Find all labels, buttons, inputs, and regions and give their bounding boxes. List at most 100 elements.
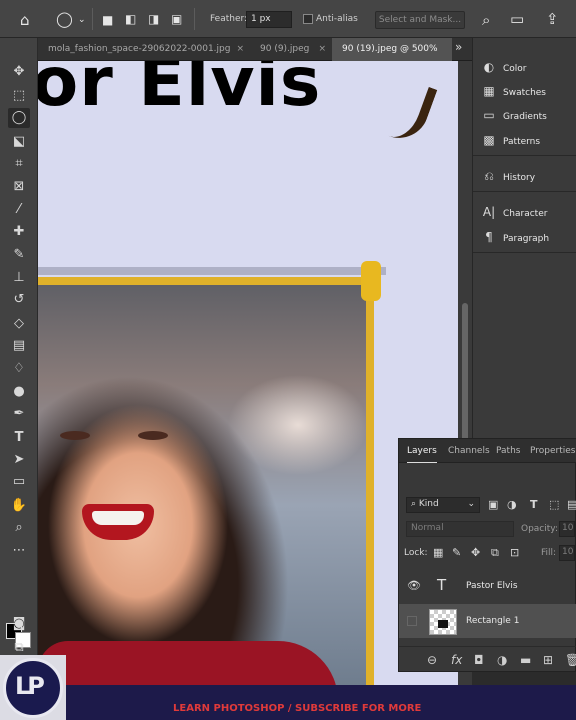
panel-character[interactable]: A| Character — [481, 203, 548, 221]
panel-history[interactable]: ⎌ History — [481, 167, 535, 185]
chevron-down-icon[interactable]: ⌄ — [78, 12, 86, 28]
object-select-icon[interactable]: ⬕ — [8, 132, 30, 152]
tab-properties[interactable]: Properties — [530, 439, 575, 463]
search-icon: ⌕ — [411, 499, 419, 509]
lock-transparent-icon[interactable]: ▦ — [433, 546, 443, 559]
close-icon[interactable]: × — [236, 38, 244, 60]
feather-label: Feather: — [210, 14, 248, 24]
add-mask-icon[interactable]: ◘ — [474, 653, 484, 667]
close-icon[interactable]: × — [318, 38, 326, 60]
adjustment-layer-icon[interactable]: ◑ — [497, 653, 507, 667]
home-icon[interactable]: ⌂ — [20, 12, 30, 28]
new-selection-icon[interactable]: ■ — [102, 12, 113, 28]
banner-text: LEARN PHOTOSHOP / SUBSCRIBE FOR MORE — [173, 703, 422, 714]
layers-panel-tabs: Layers Channels Paths Properties — [399, 439, 576, 463]
layer-row-rectangle-1[interactable]: Rectangle 1 — [399, 604, 576, 638]
tab-layers[interactable]: Layers — [407, 439, 437, 463]
divider — [194, 8, 195, 30]
blend-mode-select[interactable]: Normal — [406, 521, 514, 537]
panel-label: Gradients — [503, 112, 547, 122]
lock-all-icon[interactable]: ⊡ — [510, 546, 519, 559]
brush-tool-icon[interactable]: ✎ — [8, 245, 30, 265]
zoom-tool-icon[interactable]: ⌕ — [8, 518, 30, 538]
tab-paths[interactable]: Paths — [496, 439, 520, 463]
options-bar: ⌂ ◯ ⌄ ■ ◧ ◨ ▣ Feather: 1 px Anti-alias S… — [0, 0, 576, 38]
type-filter-icon[interactable]: T — [530, 498, 538, 511]
visibility-toggle-empty[interactable] — [407, 616, 417, 626]
hand-tool-icon[interactable]: ✋ — [8, 496, 30, 516]
blur-tool-icon[interactable]: ♢ — [8, 359, 30, 379]
gradients-icon: ▭ — [483, 108, 495, 122]
search-icon[interactable]: ⌕ — [482, 12, 490, 28]
lock-artboard-icon[interactable]: ⧉ — [491, 546, 499, 560]
panel-gradients[interactable]: ▭ Gradients — [481, 106, 547, 124]
divider — [92, 8, 93, 30]
new-layer-icon[interactable]: ⊞ — [543, 653, 553, 667]
rectangle-tool-icon[interactable]: ▭ — [8, 472, 30, 492]
lasso-tool-icon[interactable]: ◯ — [8, 108, 30, 128]
patterns-icon: ▩ — [483, 133, 495, 147]
smart-object-filter-icon[interactable]: ▤ — [567, 498, 576, 511]
opacity-input[interactable]: 100 — [559, 521, 575, 537]
crop-tool-icon[interactable]: ⌗ — [8, 154, 30, 174]
workspace-icon[interactable]: ▭ — [510, 11, 524, 27]
intersect-selection-icon[interactable]: ▣ — [171, 11, 182, 27]
panel-paragraph[interactable]: ¶ Paragraph — [481, 228, 549, 246]
eyedropper-tool-icon[interactable]: ⁄ — [8, 200, 30, 220]
select-and-mask-button[interactable]: Select and Mask... — [375, 11, 465, 29]
dodge-tool-icon[interactable]: ● — [8, 382, 30, 402]
filter-kind-select[interactable]: ⌕ Kind ⌄ — [406, 497, 480, 513]
trash-icon[interactable]: 🗑 — [565, 653, 576, 667]
tab-document-2[interactable]: 90 (9).jpeg × — [250, 38, 332, 61]
pen-tool-icon[interactable]: ✒ — [8, 404, 30, 424]
tab-label: 90 (19).jpeg @ 500% — [342, 44, 438, 54]
eraser-tool-icon[interactable]: ◇ — [8, 314, 30, 334]
lock-position-icon[interactable]: ✥ — [471, 546, 480, 559]
tab-document-3[interactable]: 90 (19).jpeg @ 500% — [332, 38, 452, 61]
double-chevron-right-icon[interactable]: » — [455, 40, 462, 54]
tab-document-1[interactable]: mola_fashion_space-29062022-0001.jpg × — [38, 38, 250, 61]
brush-stroke-graphic — [388, 79, 438, 147]
layer-name: Pastor Elvis — [466, 581, 518, 591]
layer-row-pastor-elvis[interactable]: 👁 T Pastor Elvis — [399, 569, 576, 603]
subtract-from-selection-icon[interactable]: ◨ — [148, 11, 159, 27]
share-icon[interactable]: ⇪ — [546, 11, 559, 27]
panel-swatches[interactable]: ▦ Swatches — [481, 82, 546, 100]
marquee-tool-icon[interactable]: ⬚ — [8, 86, 30, 106]
fill-input[interactable]: 100 — [559, 545, 575, 561]
panel-patterns[interactable]: ▩ Patterns — [481, 131, 540, 149]
group-folder-icon[interactable]: ▬ — [520, 653, 531, 667]
history-brush-icon[interactable]: ↺ — [8, 290, 30, 310]
anti-alias-label: Anti-alias — [316, 14, 358, 24]
fx-icon[interactable]: fx — [451, 653, 462, 667]
clone-stamp-icon[interactable]: ⊥ — [8, 268, 30, 288]
feather-input[interactable]: 1 px — [246, 11, 292, 28]
chevron-down-icon: ⌄ — [467, 499, 475, 509]
document-canvas[interactable]: tor Elvis — [38, 61, 458, 685]
more-tools-icon[interactable]: ⋯ — [8, 541, 30, 561]
character-icon: A| — [482, 205, 496, 219]
lock-image-icon[interactable]: ✎ — [452, 546, 461, 559]
shape-thumbnail-mark — [438, 620, 448, 628]
swatches-icon: ▦ — [483, 84, 495, 98]
link-layers-icon[interactable]: ⊖ — [427, 653, 437, 667]
add-to-selection-icon[interactable]: ◧ — [125, 11, 136, 27]
lasso-tool-icon[interactable]: ◯ — [56, 11, 73, 27]
panel-color[interactable]: ◐ Color — [481, 58, 527, 76]
visibility-eye-icon[interactable]: 👁 — [407, 579, 421, 592]
tab-channels[interactable]: Channels — [448, 439, 490, 463]
frame-tool-icon[interactable]: ⊠ — [8, 177, 30, 197]
path-select-icon[interactable]: ➤ — [8, 450, 30, 470]
selection-marching-ants — [361, 261, 381, 301]
eye-right — [138, 431, 168, 440]
anti-alias-checkbox[interactable] — [303, 14, 313, 24]
panel-label: History — [503, 173, 536, 183]
quick-mask-icon[interactable]: ◙ — [8, 614, 30, 634]
healing-brush-icon[interactable]: ✚ — [8, 222, 30, 242]
type-tool-icon[interactable]: T — [8, 428, 30, 448]
image-filter-icon[interactable]: ▣ — [488, 498, 498, 511]
shape-filter-icon[interactable]: ⬚ — [549, 498, 559, 511]
gradient-tool-icon[interactable]: ▤ — [8, 336, 30, 356]
move-tool-icon[interactable]: ✥ — [8, 62, 30, 82]
adjustment-filter-icon[interactable]: ◑ — [507, 498, 517, 511]
